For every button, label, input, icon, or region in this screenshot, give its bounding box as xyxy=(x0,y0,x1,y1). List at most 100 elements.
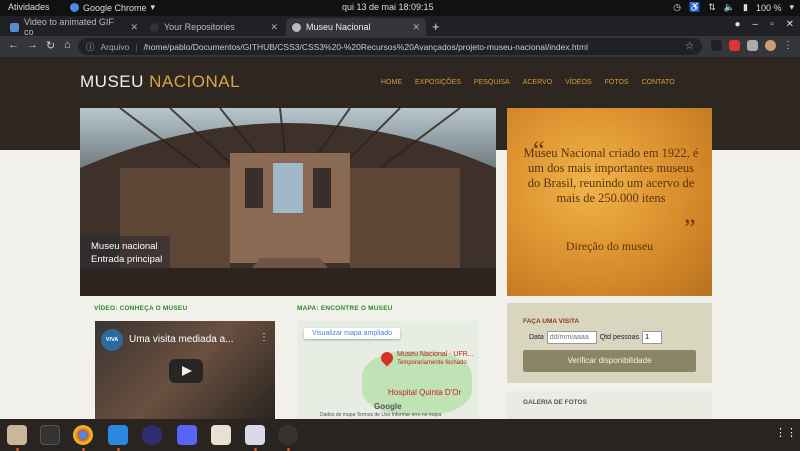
url-text[interactable]: /home/pablo/Documentos/GITHUB/CSS3/CSS3%… xyxy=(144,42,588,52)
menu-item-exposicoes[interactable]: EXPOSIÇÕES xyxy=(415,79,461,86)
video-section-title: VÍDEO: CONHEÇA O MUSEU xyxy=(94,305,188,312)
date-field[interactable] xyxy=(546,331,597,344)
map-terms[interactable]: Dados do mapa Termos de Uso Informar err… xyxy=(320,412,441,418)
app-name: Google Chrome xyxy=(83,2,147,13)
visit-form: FAÇA UMA VISITA Data Qtd pessoas Verific… xyxy=(507,303,712,383)
map-embed[interactable]: Visualizar mapa ampliado Museu Nacional … xyxy=(298,321,479,419)
extension-icon[interactable] xyxy=(729,40,740,51)
logo-main: MUSEU xyxy=(80,72,144,91)
chrome-icon xyxy=(70,3,79,12)
main-menu: HOME EXPOSIÇÕES PESQUISA ACERVO VÍDEOS F… xyxy=(381,79,675,86)
menu-item-contato[interactable]: CONTATO xyxy=(642,79,675,86)
network-icon: ⇅ xyxy=(708,2,716,12)
home-icon[interactable]: ⌂ xyxy=(64,39,71,51)
info-icon[interactable]: ⓘ xyxy=(86,41,95,53)
address-bar[interactable]: ⓘ Arquivo | /home/pablo/Documentos/GITHU… xyxy=(78,38,702,55)
tab-strip: Video to animated GIF co ✕ Your Reposito… xyxy=(0,16,800,37)
minimize-icon[interactable]: – xyxy=(753,19,759,30)
volume-icon: 🔈 xyxy=(723,2,735,12)
date-label: Data xyxy=(529,334,544,341)
quantity-label: Qtd pessoas xyxy=(599,334,640,341)
avatar[interactable] xyxy=(765,40,776,51)
quote-box: “ Museu Nacional criado em 1922, é um do… xyxy=(507,108,712,296)
terminal-icon[interactable] xyxy=(40,425,60,445)
new-tab-button[interactable]: + xyxy=(432,19,440,34)
visit-title: FAÇA UMA VISITA xyxy=(523,318,580,325)
favicon-icon xyxy=(10,22,19,32)
menu-item-fotos[interactable]: FOTOS xyxy=(605,79,629,86)
close-window-icon[interactable]: ✕ xyxy=(786,19,794,30)
more-icon[interactable]: ⋮ xyxy=(259,332,269,343)
navigation-bar: ← → ↻ ⌂ ⓘ Arquivo | /home/pablo/Document… xyxy=(0,36,800,57)
clock[interactable]: qui 13 de mai 18:09:15 xyxy=(342,2,434,12)
close-icon[interactable]: ✕ xyxy=(270,22,278,33)
place-name: Museu Nacional - UFR... xyxy=(397,351,474,358)
menu-icon[interactable]: ⋮ xyxy=(783,40,794,51)
video-embed[interactable]: VIVA Uma visita mediada a... ⋮ xyxy=(95,321,275,419)
separator: | xyxy=(135,41,138,52)
place-status: Temporariamente fechado xyxy=(397,360,467,366)
chrome-icon[interactable] xyxy=(73,425,93,445)
menu-item-acervo[interactable]: ACERVO xyxy=(523,79,552,86)
accessibility-icon: ♿ xyxy=(689,2,701,12)
video-title[interactable]: Uma visita mediada a... xyxy=(129,334,234,345)
quote-author: Direção do museu xyxy=(565,239,654,253)
tab-museu[interactable]: Museu Nacional ✕ xyxy=(286,18,426,36)
obs-icon[interactable] xyxy=(278,425,298,445)
app-menu[interactable]: Google Chrome ▾ xyxy=(70,2,155,13)
channel-avatar[interactable]: VIVA xyxy=(101,329,123,351)
files-icon[interactable] xyxy=(7,425,27,445)
tab-search-icon[interactable]: ● xyxy=(734,19,740,30)
check-availability-button[interactable]: Verificar disponibilidade xyxy=(523,350,696,372)
play-button[interactable] xyxy=(169,359,203,383)
discord-icon[interactable] xyxy=(177,425,197,445)
dock: ⋮⋮⋮ xyxy=(0,419,800,451)
menu-item-pesquisa[interactable]: PESQUISA xyxy=(474,79,510,86)
updates-icon: ◷ xyxy=(673,2,681,12)
forward-icon[interactable]: → xyxy=(27,39,38,51)
visit-form-row: Data Qtd pessoas xyxy=(529,331,663,344)
map-section-title: MAPA: ENCONTRE O MUSEU xyxy=(297,305,393,312)
extension-icon[interactable] xyxy=(711,40,722,51)
globe-icon xyxy=(292,22,301,32)
vscode-icon[interactable] xyxy=(108,425,128,445)
extensions-area: ⋮ xyxy=(711,40,794,51)
battery-icon: ▮ xyxy=(742,2,748,12)
close-icon[interactable]: ✕ xyxy=(130,22,138,33)
puzzle-icon[interactable] xyxy=(747,40,758,51)
gallery-title: GALERIA DE FOTOS xyxy=(523,399,587,406)
map-hospital-label[interactable]: Hospital Quinta D'Or xyxy=(388,388,461,397)
scheme-label: Arquivo xyxy=(100,41,130,52)
chevron-down-icon: ▾ xyxy=(789,2,794,12)
view-larger-map-button[interactable]: Visualizar mapa ampliado xyxy=(304,328,401,339)
map-place-label[interactable]: Museu Nacional - UFR... Temporariamente … xyxy=(397,351,474,367)
close-icon[interactable]: ✕ xyxy=(412,22,420,33)
caption-line-2: Entrada principal xyxy=(91,254,163,265)
text-editor-icon[interactable] xyxy=(245,425,265,445)
quantity-field[interactable] xyxy=(642,331,663,344)
reload-icon[interactable]: ↻ xyxy=(46,39,55,52)
github-icon xyxy=(150,22,159,32)
inkscape-icon[interactable] xyxy=(211,425,231,445)
chevron-down-icon: ▾ xyxy=(150,2,156,12)
tab-label: Your Repositories xyxy=(164,22,235,32)
browser-icon[interactable] xyxy=(142,425,162,445)
menu-item-home[interactable]: HOME xyxy=(381,79,402,86)
google-logo: Google xyxy=(374,402,402,411)
maximize-icon[interactable]: ▫ xyxy=(770,19,774,30)
tab-label: Video to animated GIF co xyxy=(24,17,114,37)
back-icon[interactable]: ← xyxy=(8,39,19,51)
hero-caption: Museu nacional Entrada principal xyxy=(80,236,170,270)
menu-item-videos[interactable]: VÍDEOS xyxy=(565,79,591,86)
photo-gallery: GALERIA DE FOTOS xyxy=(507,391,712,419)
logo-accent: NACIONAL xyxy=(149,72,241,91)
tab-repositories[interactable]: Your Repositories ✕ xyxy=(144,18,284,36)
tab-gif[interactable]: Video to animated GIF co ✕ xyxy=(4,17,144,37)
tab-label: Museu Nacional xyxy=(306,22,371,32)
system-tray[interactable]: ◷ ♿ ⇅ 🔈 ▮ 100 % ▾ xyxy=(673,2,794,13)
app-grid-icon[interactable]: ⋮⋮⋮ xyxy=(775,426,800,440)
star-icon[interactable]: ☆ xyxy=(685,41,694,52)
site-logo[interactable]: MUSEU NACIONAL xyxy=(80,72,240,92)
activities-button[interactable]: Atividades xyxy=(8,2,50,12)
hero-image: Museu nacional Entrada principal xyxy=(80,108,496,296)
